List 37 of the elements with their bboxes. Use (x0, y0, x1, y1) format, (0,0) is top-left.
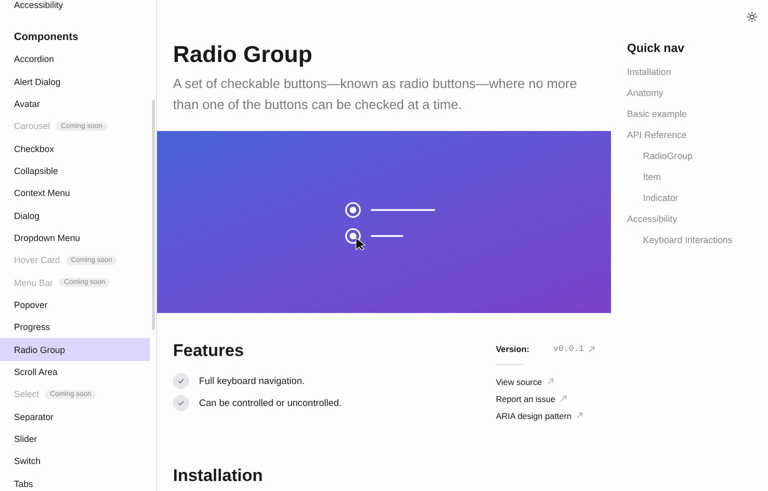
sidebar-item[interactable]: Context Menu (0, 182, 150, 204)
sidebar-item[interactable]: Switch (0, 450, 150, 473)
external-link-icon (547, 378, 554, 385)
sidebar-heading: Components (13, 30, 80, 45)
check-icon (173, 395, 189, 411)
sidebar-item[interactable]: Dropdown Menu (0, 226, 150, 250)
sun-icon[interactable] (747, 12, 757, 22)
sidebar-item[interactable]: Radio Group (0, 338, 150, 361)
quick-nav-heading: Quick nav (627, 41, 686, 55)
sidebar-item[interactable]: Scroll Area (0, 360, 150, 384)
sidebar-item[interactable]: Avatar (0, 92, 150, 116)
sidebar-item[interactable]: Progress (0, 316, 150, 338)
sidebar-item[interactable]: Slider (0, 428, 150, 450)
sidebar-item[interactable]: Accordion (0, 48, 150, 70)
feature-text: Can be controlled or uncontrolled. (199, 398, 342, 408)
section-heading: Installation (173, 466, 264, 486)
sidebar-item[interactable]: Accessibility (0, 0, 78, 12)
sidebar-item[interactable]: Popover (0, 294, 150, 316)
version-label: Version: (496, 344, 530, 354)
sidebar-item[interactable]: Alert Dialog (0, 70, 150, 93)
external-link[interactable]: ARIA design pattern (496, 407, 584, 424)
quick-nav-link[interactable]: API Reference (627, 125, 687, 146)
external-link[interactable]: Report an issue (496, 390, 568, 407)
section-heading: Features (173, 341, 245, 361)
page-title: Radio Group (173, 40, 314, 68)
sidebar-item[interactable]: Separator (0, 406, 150, 428)
external-link-icon (576, 412, 584, 419)
sidebar-item[interactable]: Checkbox (0, 137, 150, 160)
feature-text: Full keyboard navigation. (199, 376, 305, 386)
sidebar-item[interactable]: Collapsible (0, 160, 150, 182)
check-icon (173, 373, 189, 389)
sidebar-item[interactable]: Dialog (0, 204, 150, 227)
external-link-icon (560, 395, 568, 402)
external-link[interactable]: View source (496, 373, 554, 390)
external-link-icon (588, 346, 595, 352)
page-description: A set of checkable buttons—known as radio buttons—where no more than one of the buttons can be checked at a time. (173, 75, 578, 114)
sidebar-item[interactable]: Tabs (0, 472, 150, 491)
